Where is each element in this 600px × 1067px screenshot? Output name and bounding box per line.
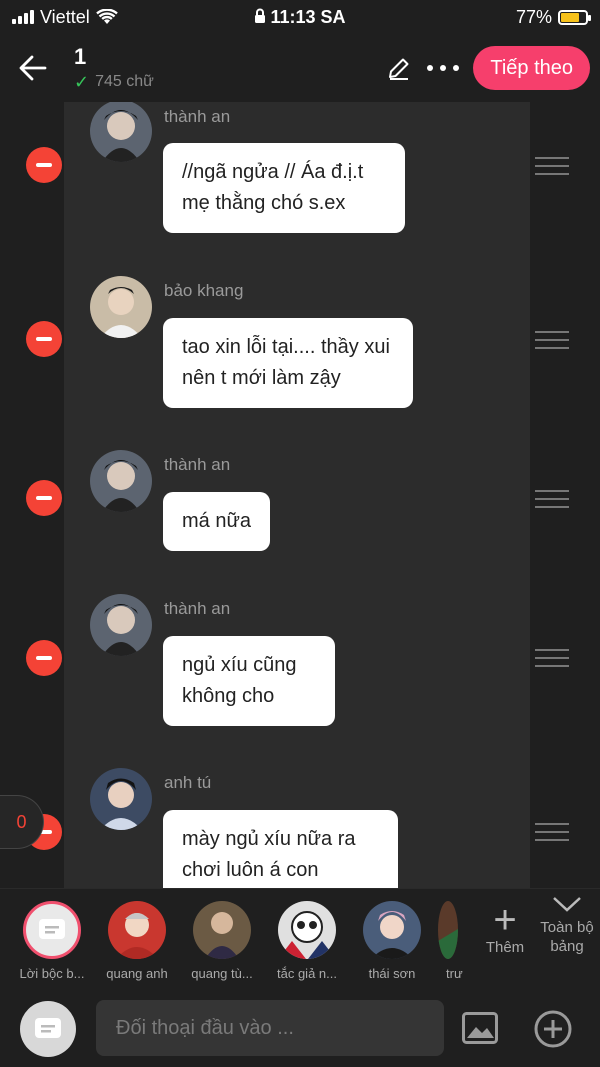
status-left: Viettel: [12, 7, 118, 28]
plus-icon: +: [493, 898, 517, 942]
dialogue-input[interactable]: [96, 1000, 444, 1056]
character-item[interactable]: thái sơn: [354, 901, 430, 981]
delete-message-button[interactable]: [26, 147, 62, 183]
more-button[interactable]: [421, 46, 465, 90]
character-label: quang anh: [106, 966, 168, 981]
add-character-label: Thêm: [485, 939, 525, 956]
lock-icon: [255, 8, 266, 23]
sender-name: thành an: [164, 455, 231, 474]
speech-bubble-icon: [35, 1018, 61, 1038]
back-button[interactable]: [10, 45, 56, 91]
character-item[interactable]: tắc giả n...: [269, 901, 345, 981]
drag-handle-icon[interactable]: [535, 823, 569, 841]
word-count: 745 chữ: [95, 73, 154, 90]
chevron-down-icon: [553, 897, 581, 912]
image-icon: [462, 1012, 498, 1044]
character-item[interactable]: trư: [438, 901, 474, 981]
character-label: tắc giả n...: [277, 966, 337, 981]
avatar[interactable]: [90, 450, 152, 512]
chat-area[interactable]: thành an //ngã ngửa // Áa đ.ị.t mẹ thằng…: [0, 102, 600, 888]
sender-name: bảo khang: [164, 281, 244, 300]
character-label: thái sơn: [368, 966, 416, 981]
add-character-button[interactable]: + Thêm: [480, 898, 530, 956]
speech-bubble-icon: [39, 919, 65, 939]
all-board-button[interactable]: Toàn bộ bảng: [534, 895, 600, 956]
chapter-title: 1: [74, 43, 87, 69]
carrier-label: Viettel: [40, 6, 90, 27]
next-button[interactable]: Tiếp theo: [473, 46, 590, 90]
character-item[interactable]: quang anh: [99, 901, 175, 981]
plus-circle-icon: [534, 1010, 572, 1048]
character-label: Lời bộc b...: [19, 966, 85, 981]
delete-message-button[interactable]: [26, 321, 62, 357]
delete-message-button[interactable]: [26, 480, 62, 516]
add-content-button[interactable]: [534, 1010, 572, 1048]
sender-name: anh tú: [164, 773, 212, 792]
drag-handle-icon[interactable]: [535, 649, 569, 667]
delete-message-button[interactable]: [26, 640, 62, 676]
character-avatar: [108, 901, 166, 959]
more-dots-icon: [427, 65, 460, 71]
character-item[interactable]: quang tù...: [184, 901, 260, 981]
top-header: 1 ✓ 745 chữ Tiếp theo: [0, 34, 600, 102]
input-bar: [0, 986, 600, 1067]
character-label: quang tù...: [191, 966, 253, 981]
message-bubble[interactable]: mày ngủ xíu nữa ra chơi luôn á con: [163, 810, 398, 888]
sender-name: thành an: [164, 107, 231, 126]
message-bubble[interactable]: ngủ xíu cũng không cho: [163, 636, 335, 726]
arrow-left-icon: [19, 55, 47, 81]
narration-avatar: [23, 901, 81, 959]
status-bar: Viettel 11:13 SA 77%: [0, 0, 600, 34]
status-right: 77%: [515, 6, 591, 28]
signal-icon: [12, 10, 34, 24]
avatar[interactable]: [90, 276, 152, 338]
insert-image-button[interactable]: [462, 1012, 498, 1044]
app-root: Viettel 11:13 SA 77% 1 ✓ 745 chữ Tiếp th…: [0, 0, 600, 1067]
battery-icon: [558, 9, 591, 25]
check-icon: ✓: [74, 71, 90, 92]
character-narration[interactable]: Lời bộc b...: [14, 901, 90, 981]
character-avatar: [438, 901, 458, 959]
character-label: trư: [446, 966, 463, 981]
message-bubble[interactable]: tao xin lỗi tại.... thầy xui nên t mới l…: [163, 318, 413, 408]
avatar[interactable]: [90, 768, 152, 830]
word-count-row: ✓ 745 chữ: [74, 72, 377, 93]
message-bubble[interactable]: //ngã ngửa // Áa đ.ị.t mẹ thằng chó s.ex: [163, 143, 405, 233]
pencil-icon: [389, 58, 409, 80]
avatar[interactable]: [90, 102, 152, 162]
battery-percent: 77%: [515, 6, 552, 27]
character-avatar: [363, 901, 421, 959]
battery-fill: [561, 12, 580, 22]
avatar[interactable]: [90, 594, 152, 656]
edit-button[interactable]: [377, 46, 421, 90]
character-avatar: [193, 901, 251, 959]
sender-name: thành an: [164, 599, 231, 618]
message-bubble[interactable]: má nữa: [163, 492, 270, 551]
title-block: 1 ✓ 745 chữ: [74, 44, 377, 93]
narration-toggle-button[interactable]: [20, 1001, 76, 1057]
drag-handle-icon[interactable]: [535, 490, 569, 508]
drag-handle-icon[interactable]: [535, 331, 569, 349]
clock-time: 11:13 SA: [270, 6, 346, 27]
character-strip: Lời bộc b... quang anh quang tù... tắc g…: [0, 888, 600, 986]
all-board-label: Toàn bộ bảng: [540, 919, 594, 955]
drag-handle-icon[interactable]: [535, 157, 569, 175]
character-avatar: [278, 901, 336, 959]
wifi-icon: [95, 9, 118, 24]
